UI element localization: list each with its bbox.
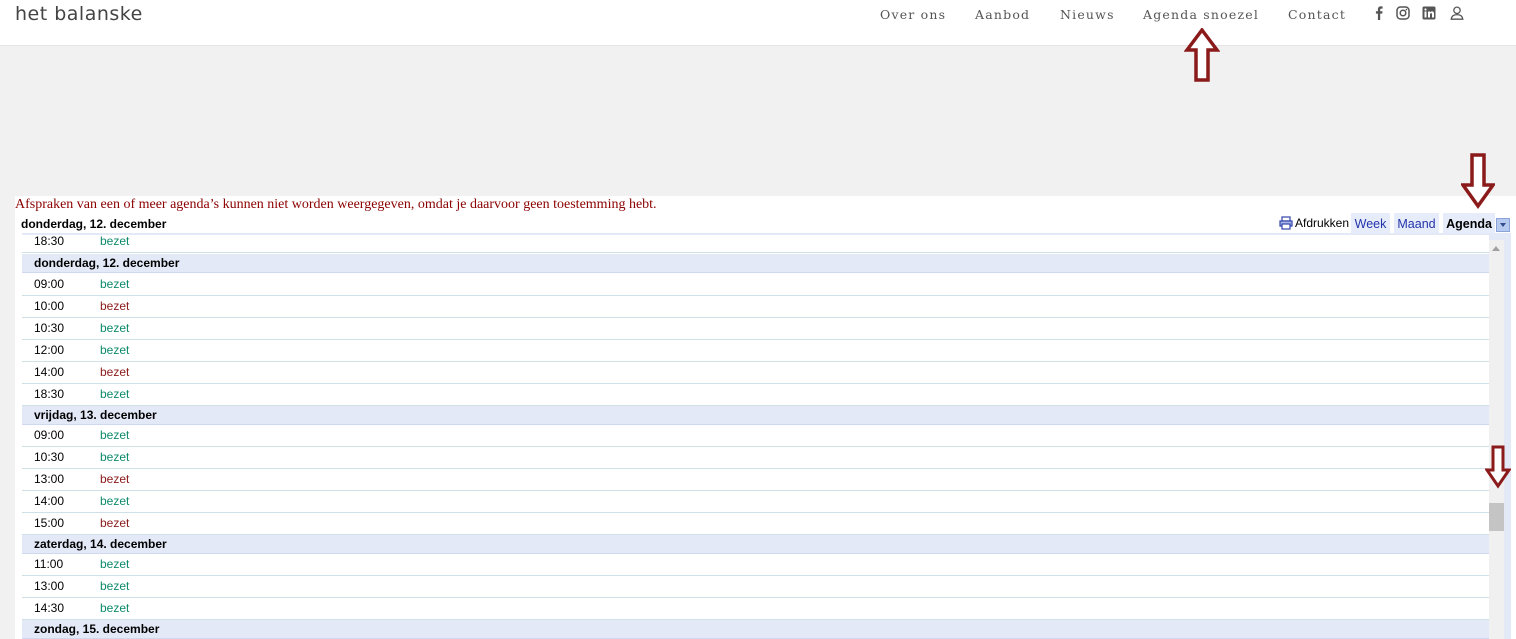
event-time: 15:00 [34, 516, 65, 530]
event-title[interactable]: bezet [100, 601, 129, 615]
event-time: 13:00 [34, 579, 65, 593]
agenda-row[interactable]: 12:00 bezet [22, 340, 1489, 362]
event-title[interactable]: bezet [100, 579, 129, 593]
event-title[interactable]: bezet [100, 428, 129, 442]
event-title[interactable]: bezet [100, 472, 129, 486]
day-header-label: zaterdag, 14. december [34, 537, 167, 551]
day-header: donderdag, 12. december [22, 254, 1489, 273]
agenda-row[interactable]: 09:00 bezet [22, 274, 1489, 296]
annotation-arrow-down-small-icon [1485, 445, 1511, 489]
agenda-row[interactable]: 10:00 bezet [22, 296, 1489, 318]
event-time: 09:00 [34, 277, 65, 291]
agenda-row[interactable]: 10:30 bezet [22, 318, 1489, 340]
agenda-row[interactable]: 15:00 bezet [22, 513, 1489, 535]
nav-item-nieuws[interactable]: Nieuws [1060, 7, 1115, 22]
agenda-row[interactable]: 11:00 bezet [22, 554, 1489, 576]
agenda-row[interactable]: 13:00 bezet [22, 576, 1489, 598]
event-title[interactable]: bezet [100, 450, 129, 464]
event-time: 10:30 [34, 450, 65, 464]
event-title[interactable]: bezet [100, 365, 129, 379]
printer-icon [1279, 216, 1293, 230]
day-header-label: vrijdag, 13. december [34, 408, 157, 422]
event-time: 13:00 [34, 472, 65, 486]
tab-maand[interactable]: Maand [1394, 213, 1439, 235]
print-label: Afdrukken [1295, 216, 1350, 230]
annotation-arrow-up-icon [1184, 28, 1220, 82]
agenda-row[interactable]: 10:30 bezet [22, 447, 1489, 469]
agenda-row[interactable]: 14:30 bezet [22, 598, 1489, 620]
print-button[interactable]: Afdrukken [1279, 216, 1349, 230]
nav-item-agenda-snoezel[interactable]: Agenda snoezel [1143, 7, 1259, 22]
instagram-icon[interactable] [1396, 6, 1410, 20]
nav-item-aanbod[interactable]: Aanbod [975, 7, 1030, 22]
event-time: 11:00 [34, 557, 64, 571]
event-time: 18:30 [34, 387, 65, 401]
nav-item-contact[interactable]: Contact [1288, 7, 1346, 22]
event-title[interactable]: bezet [100, 387, 129, 401]
agenda-row[interactable]: 18:30 bezet [22, 384, 1489, 406]
event-title[interactable]: bezet [100, 277, 129, 291]
event-title[interactable]: bezet [100, 557, 129, 571]
event-title[interactable]: bezet [100, 494, 129, 508]
calendar-menu-dropdown[interactable] [1496, 218, 1510, 232]
event-time: 10:30 [34, 321, 65, 335]
agenda-row[interactable]: 14:00 bezet [22, 362, 1489, 384]
event-time: 18:30 [34, 235, 65, 248]
top-bar: het balanske Over ons Aanbod Nieuws Agen… [0, 0, 1516, 46]
event-title[interactable]: bezet [100, 299, 129, 313]
agenda-scrollbar[interactable] [1489, 240, 1504, 639]
event-time: 12:00 [34, 343, 65, 357]
tab-week[interactable]: Week [1351, 213, 1390, 235]
agenda-list[interactable]: 18:30 bezet donderdag, 12. december 09:0… [22, 235, 1489, 639]
event-time: 14:00 [34, 365, 65, 379]
agenda-row[interactable]: 13:00 bezet [22, 469, 1489, 491]
day-header: vrijdag, 13. december [22, 406, 1489, 425]
event-title[interactable]: bezet [100, 235, 129, 248]
agenda-row[interactable]: 18:30 bezet [22, 235, 1489, 253]
event-time: 09:00 [34, 428, 65, 442]
event-time: 14:00 [34, 494, 65, 508]
tab-agenda[interactable]: Agenda [1443, 213, 1495, 235]
permission-warning: Afspraken van een of meer agenda’s kunne… [15, 197, 657, 212]
event-title[interactable]: bezet [100, 343, 129, 357]
event-time: 14:30 [34, 601, 65, 615]
facebook-icon[interactable] [1372, 6, 1386, 20]
nav-item-over-ons[interactable]: Over ons [880, 7, 946, 22]
day-header: zondag, 15. december [22, 620, 1489, 639]
day-header-label: donderdag, 12. december [34, 256, 180, 270]
event-time: 10:00 [34, 299, 65, 313]
scroll-up-icon[interactable] [1492, 246, 1500, 251]
day-header-label: zondag, 15. december [34, 622, 160, 636]
linkedin-icon[interactable] [1422, 6, 1436, 20]
agenda-row[interactable]: 14:00 bezet [22, 491, 1489, 513]
agenda-scrollbar-thumb[interactable] [1489, 503, 1504, 531]
event-title[interactable]: bezet [100, 321, 129, 335]
calendar-current-date: donderdag, 12. december [21, 217, 167, 231]
agenda-row[interactable]: 09:00 bezet [22, 425, 1489, 447]
annotation-arrow-down-icon [1461, 153, 1495, 209]
day-header: zaterdag, 14. december [22, 535, 1489, 554]
site-logo[interactable]: het balanske [15, 3, 143, 25]
event-title[interactable]: bezet [100, 516, 129, 530]
user-icon[interactable] [1450, 6, 1464, 20]
